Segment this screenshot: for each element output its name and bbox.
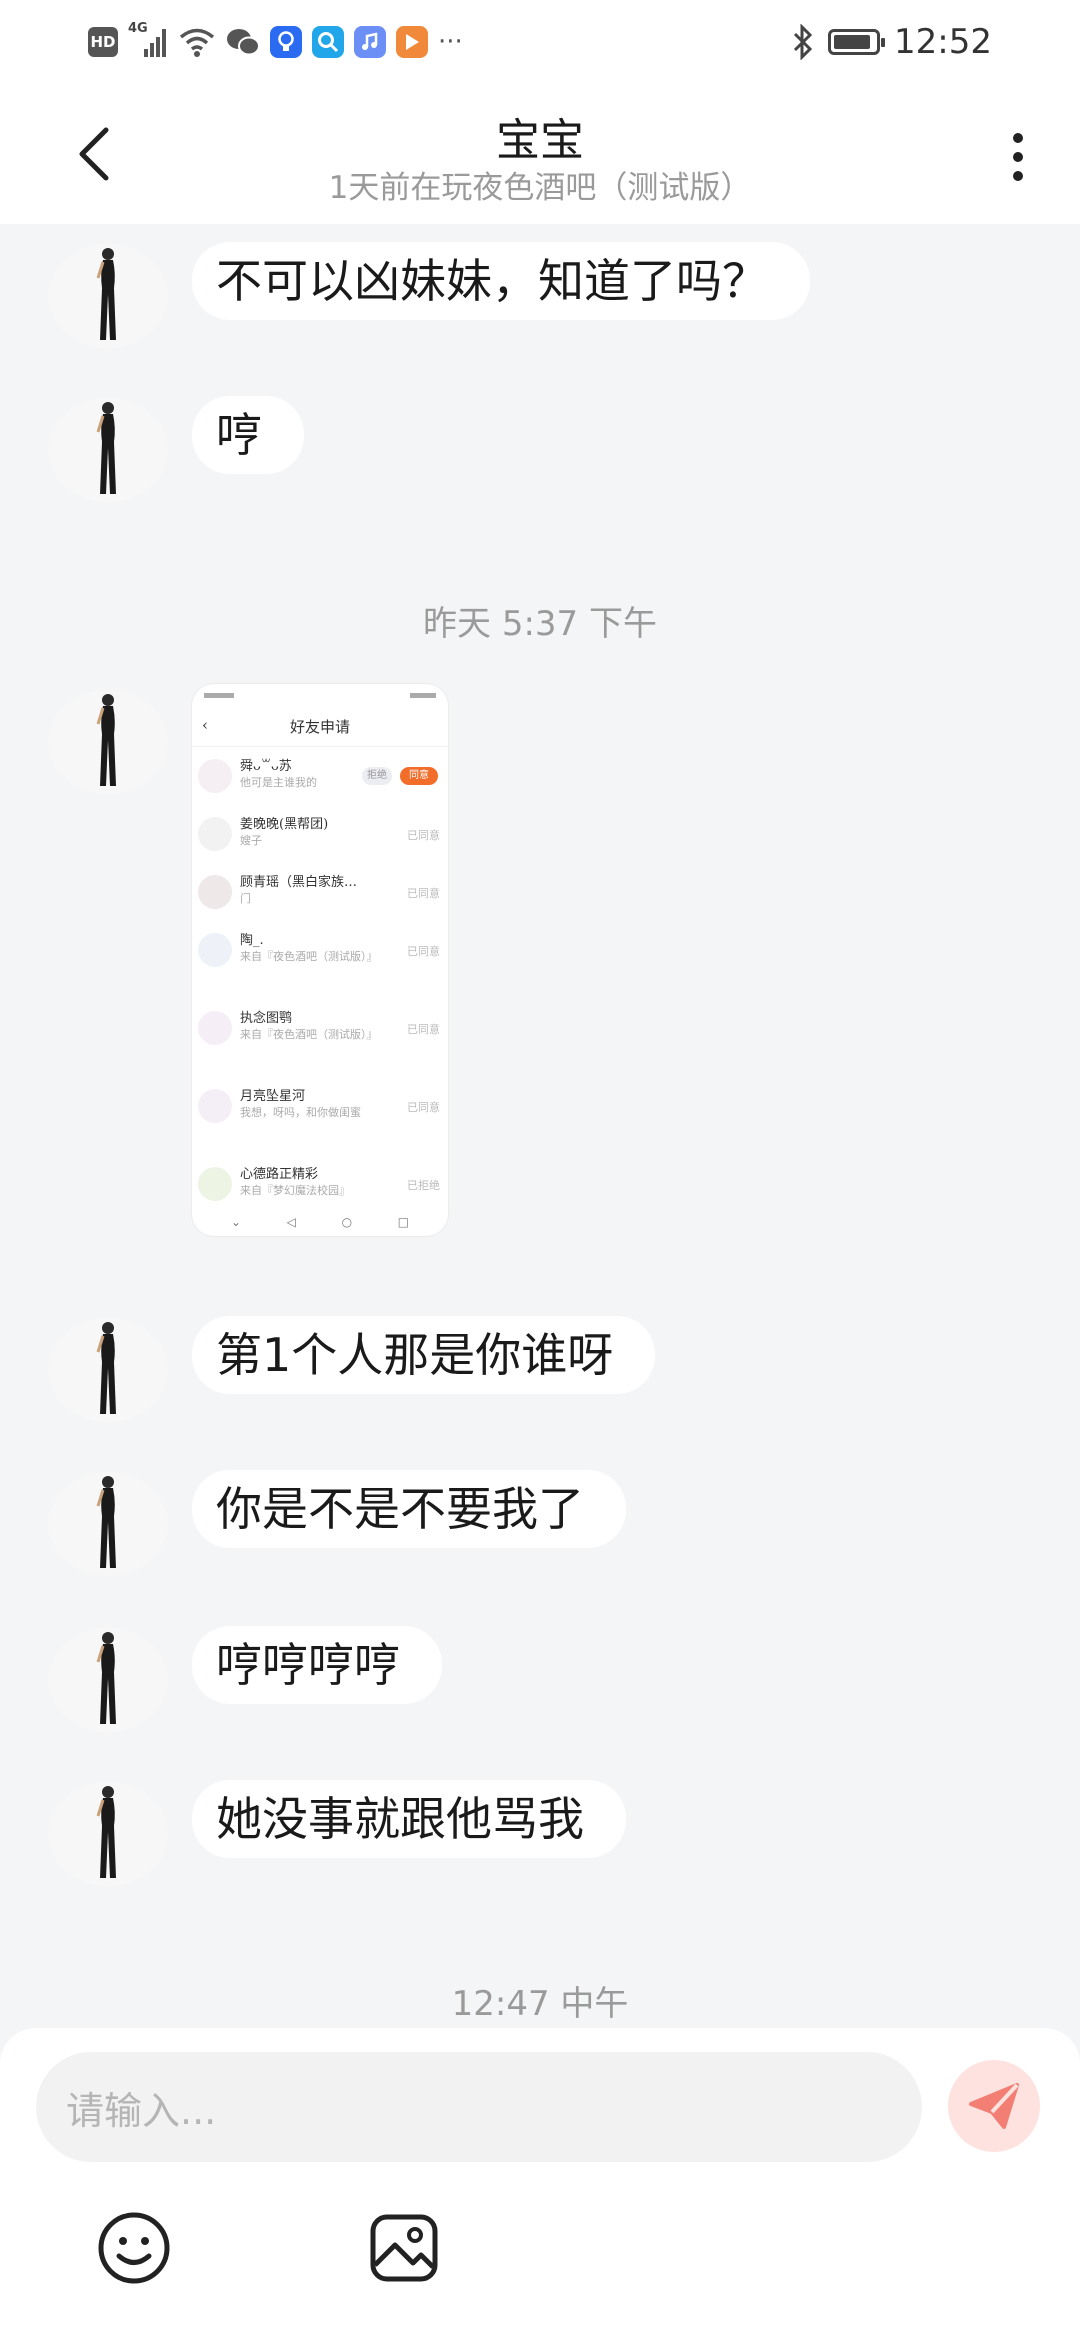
wifi-icon [179,28,215,57]
avatar[interactable] [48,398,168,502]
message-bubble[interactable]: 哼哼哼哼 [192,1626,442,1704]
avatar-figure [96,248,116,340]
video-app-icon [396,26,428,58]
shot-request-row: 舜ᴗ꒳ᴗ苏 他可是主谁我的 拒绝 同意 [192,747,448,805]
time-divider: 昨天 5:37 下午 [423,604,657,644]
send-icon [969,2083,1019,2129]
music-app-icon [354,26,386,58]
shot-note: 来自『梦幻魔法校园』 [240,1184,350,1197]
shot-avatar [198,817,232,851]
image-picker-icon [370,2214,438,2282]
shot-name: 月亮坠星河 [240,1089,306,1104]
status-right: 12:52 [792,22,992,62]
status-left: HD 4G ··· [88,21,463,62]
shot-name: 顾青瑶（黑白家族… [240,875,358,890]
shot-avatar [198,875,232,909]
shot-nav-home-icon: ○ [341,1215,353,1229]
time-divider: 12:47 中午 [451,1984,629,2024]
chat-header: 宝宝 1天前在玩夜色酒吧（测试版） [0,84,1080,224]
message-input[interactable]: 请输入... [36,2052,922,2162]
image-message[interactable]: ‹ 好友申请 舜ᴗ꒳ᴗ苏 他可是主谁我的 拒绝 同意 姜晚晚(黑帮团) 嫂子 已同意 顾青瑶（… [192,684,448,1236]
message-bubble[interactable]: 不可以凶妹妹，知道了吗？ [192,242,810,320]
clock: 12:52 [894,22,992,62]
contact-name: 宝宝 [496,115,584,166]
shot-name: 陶_. [240,933,264,948]
composer: 请输入... [0,2028,1080,2340]
smile-face-icon [98,2212,170,2284]
contact-activity: 1天前在玩夜色酒吧（测试版） [328,170,752,206]
shot-status: 已同意 [407,1101,440,1114]
shot-name: 心德路正精彩 [240,1167,319,1182]
shot-name: 执念图鹗 [240,1011,293,1026]
dot [1013,171,1023,181]
shot-header: ‹ 好友申请 [192,706,448,747]
message-list[interactable]: 不可以凶妹妹，知道了吗？ 哼 昨天 5:37 下午 ‹ 好友申请 舜ᴗ꒳ᴗ苏 他可… [0,224,1080,2024]
avatar-figure [96,1322,116,1414]
image-picker-button[interactable] [364,2208,444,2288]
shot-note: 我想，呀吗，和你做闺蜜 [240,1106,361,1119]
emoji-button[interactable] [94,2208,174,2288]
avatar[interactable] [48,1628,168,1732]
shot-avatar [198,1167,232,1201]
hd-badge: HD [88,27,118,57]
shot-avatar [198,933,232,967]
shot-status: 已同意 [407,1023,440,1036]
shot-status: 已拒绝 [407,1179,440,1192]
input-placeholder: 请输入... [66,2088,217,2133]
shot-name: 姜晚晚(黑帮团) [240,817,329,832]
shot-request-row: 顾青瑶（黑白家族… 门 已同意 [192,863,448,921]
shot-title: 好友申请 [289,718,350,736]
avatar[interactable] [48,1782,168,1886]
shot-note: 来自『夜色酒吧（测试版）』 [240,1028,378,1041]
bluetooth-icon [793,24,813,60]
shot-avatar [198,1011,232,1045]
message-bubble[interactable]: 她没事就跟他骂我 [192,1780,626,1858]
shot-status: 已同意 [407,887,440,900]
shot-accept-button: 同意 [400,767,438,785]
shot-request-row: 姜晚晚(黑帮团) 嫂子 已同意 [192,805,448,863]
search-app-icon [312,26,344,58]
shot-note: 来自『夜色酒吧（测试版）』 [240,950,378,963]
shot-request-row: 陶_. 来自『夜色酒吧（测试版）』 已同意 [192,921,448,999]
shot-note: 他可是主谁我的 [240,776,317,789]
shot-avatar [198,1089,232,1123]
send-button[interactable] [948,2060,1040,2152]
avatar-figure [96,694,116,786]
dot [1013,152,1023,162]
avatar[interactable] [48,690,168,794]
shot-note: 嫂子 [240,834,262,847]
shot-note: 门 [240,892,251,905]
avatar-figure [96,1476,116,1568]
more-notifications: ··· [438,27,463,57]
avatar[interactable] [48,1472,168,1576]
battery-fill [834,35,871,49]
message-bubble[interactable]: 哼 [192,396,304,474]
bulb-app-icon [270,26,302,58]
avatar[interactable] [48,1318,168,1422]
more-options-button[interactable] [994,122,1042,192]
avatar-figure [96,1786,116,1878]
shot-status: 已同意 [407,945,440,958]
shot-request-list: 舜ᴗ꒳ᴗ苏 他可是主谁我的 拒绝 同意 姜晚晚(黑帮团) 嫂子 已同意 顾青瑶（黑白家族… 门已… [192,747,448,1233]
signal-icon: 4G [128,21,168,59]
battery-icon [828,29,886,55]
avatar-figure [96,402,116,494]
shot-status: 已同意 [407,829,440,842]
wechat-icon [227,29,260,56]
shot-request-row: 月亮坠星河我想，呀吗，和你做闺蜜 已同意 [192,1077,448,1155]
dot [1013,133,1023,143]
message-bubble[interactable]: 第1个人那是你谁呀 [192,1316,656,1394]
shot-reject-button: 拒绝 [362,767,392,785]
shot-status-bar [192,684,448,706]
avatar[interactable] [48,244,168,348]
shot-avatar [198,759,232,793]
status-bar: HD 4G ··· 12:52 [0,0,1080,84]
shot-nav-back-icon: ◁ [286,1215,296,1229]
shot-request-row: 执念图鹗来自『夜色酒吧（测试版）』 已同意 [192,999,448,1077]
shot-nav-recent-icon: □ [397,1215,410,1229]
message-bubble[interactable]: 你是不是不要我了 [192,1470,626,1548]
avatar-figure [96,1632,116,1724]
shot-nav-bar: ⌄ ◁ ○ □ [192,1208,448,1236]
shot-nav-down-icon: ⌄ [230,1215,241,1229]
